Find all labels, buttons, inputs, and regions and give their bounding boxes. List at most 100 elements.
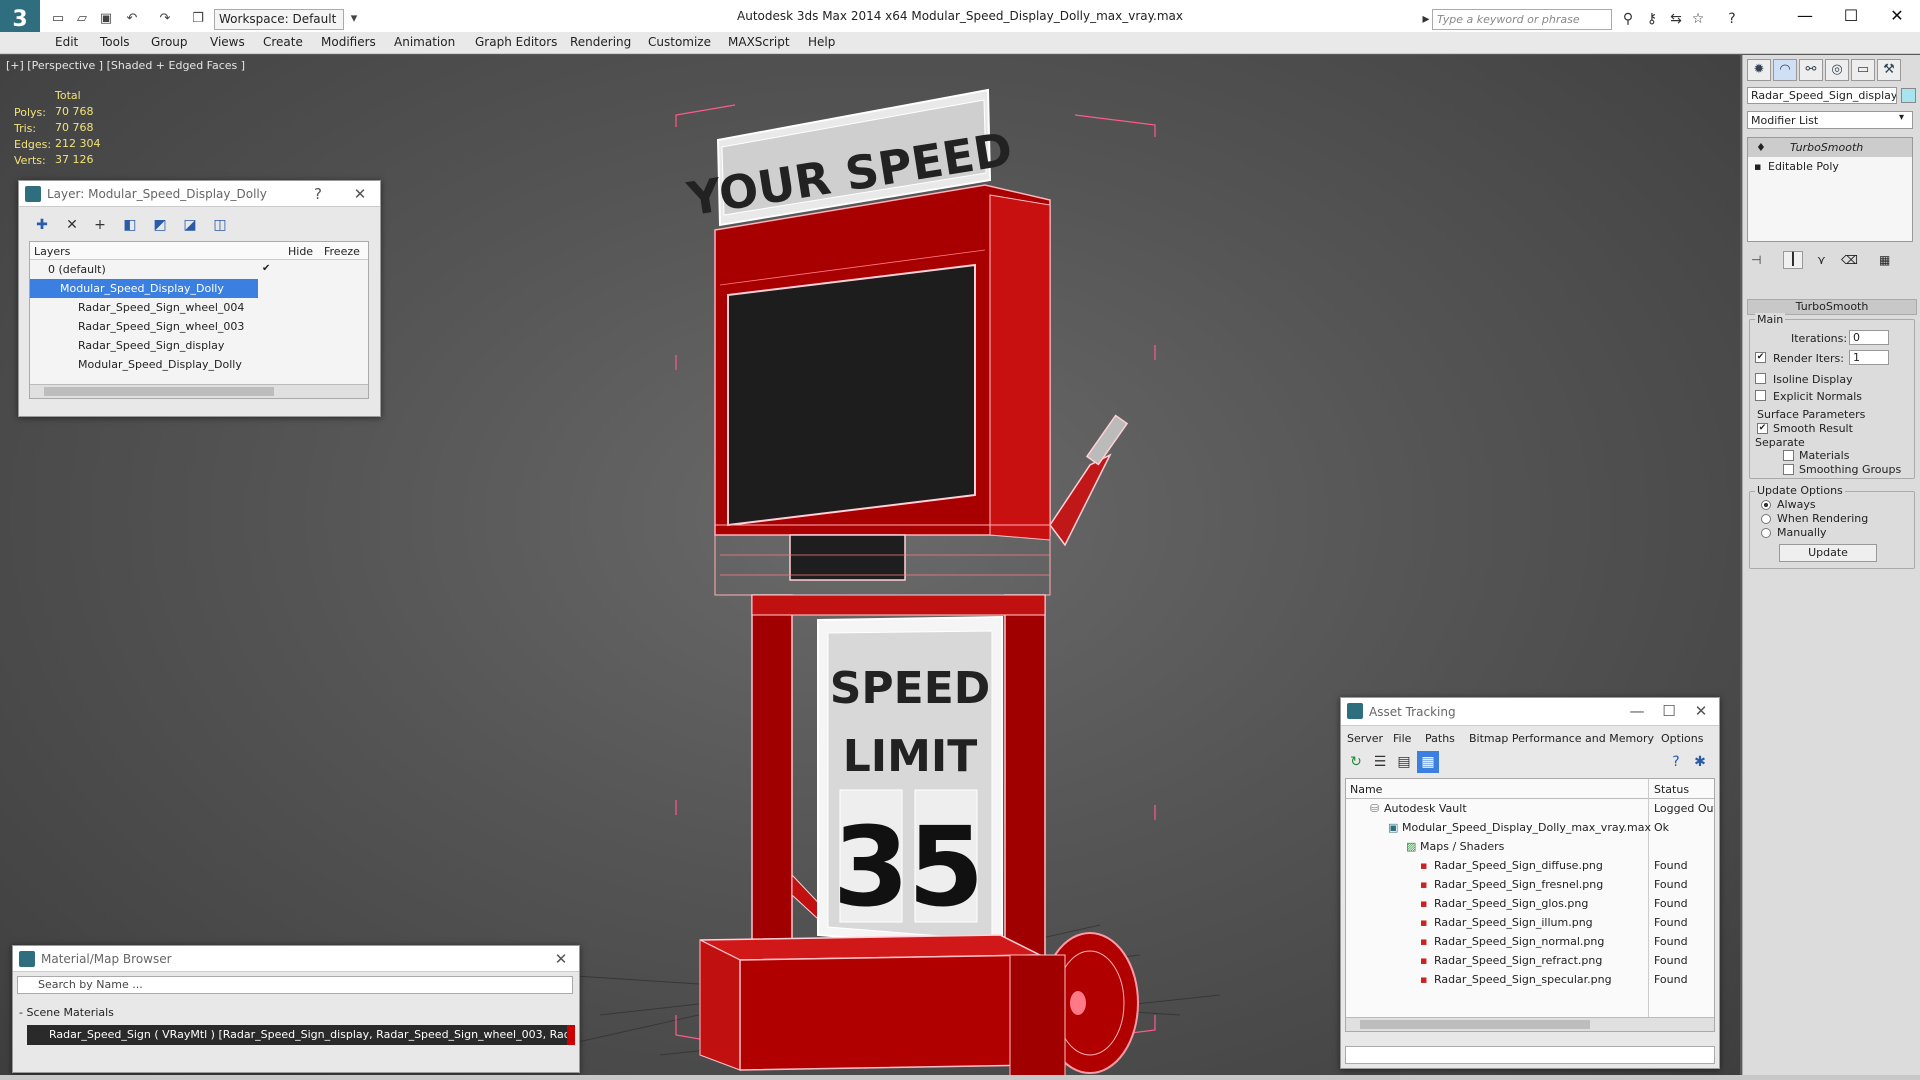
table-row[interactable]: ▨ Maps / Shaders [1346,837,1714,856]
asset-status-header[interactable]: Status [1654,783,1689,796]
configure-sets-icon[interactable]: ▦ [1879,253,1890,267]
table-row[interactable]: ▪ Radar_Speed_Sign_refract.png Found [1346,951,1714,970]
material-item[interactable]: Radar_Speed_Sign ( VRayMtl ) [Radar_Spee… [27,1025,575,1045]
horizontal-scrollbar[interactable] [1346,1017,1714,1031]
help-icon[interactable]: ? [1665,751,1687,773]
detail-view-icon[interactable]: ▤ [1393,751,1415,773]
asset-tracking-titlebar[interactable]: Asset Tracking — ☐ ✕ [1341,698,1719,726]
menu-maxscript[interactable]: MAXScript [728,35,790,49]
create-tab-icon[interactable]: ✹ [1747,59,1771,81]
make-unique-icon[interactable]: ⋎ [1817,253,1826,267]
save-file-icon[interactable]: ▣ [96,9,116,29]
asset-menu-paths[interactable]: Paths [1425,732,1455,745]
list-view-icon[interactable]: ☰ [1369,751,1391,773]
materials-checkbox[interactable] [1783,450,1794,461]
remove-modifier-icon[interactable]: ⌫ [1841,253,1858,267]
menu-help[interactable]: Help [808,35,835,49]
open-file-icon[interactable]: ▱ [72,9,92,29]
redo-icon[interactable]: ↷ [155,9,175,29]
show-end-result-icon[interactable]: ┃ [1783,251,1803,269]
utilities-tab-icon[interactable]: ⚒ [1877,59,1901,81]
explicit-normals-checkbox[interactable] [1755,390,1766,401]
layer-row[interactable]: Radar_Speed_Sign_display [30,336,368,355]
menu-create[interactable]: Create [263,35,303,49]
menu-modifiers[interactable]: Modifiers [321,35,376,49]
table-row[interactable]: ▪ Radar_Speed_Sign_diffuse.png Found [1346,856,1714,875]
asset-path-field[interactable] [1345,1046,1715,1064]
motion-tab-icon[interactable]: ◎ [1825,59,1849,81]
when-rendering-radio[interactable] [1761,514,1771,524]
refresh-icon[interactable]: ↻ [1345,751,1367,773]
asset-menu-options[interactable]: Options [1661,732,1703,745]
freeze-all-icon[interactable]: ◫ [209,214,231,236]
display-tab-icon[interactable]: ▭ [1851,59,1875,81]
expand-icon[interactable]: ▪ [1754,157,1761,176]
layer-row[interactable]: 0 (default) [30,260,368,279]
asset-name-header[interactable]: Name [1350,783,1382,796]
minimize-icon[interactable]: — [1782,0,1828,32]
asset-menu-bitmap-performance[interactable]: Bitmap Performance and Memory [1469,732,1654,745]
menu-views[interactable]: Views [210,35,245,49]
iterations-spinner[interactable]: 0 [1849,330,1889,345]
close-icon[interactable]: ✕ [549,946,573,972]
table-row[interactable]: ▪ Radar_Speed_Sign_fresnel.png Found [1346,875,1714,894]
help-icon[interactable]: ? [1722,9,1742,29]
binoculars-icon[interactable]: ⚲ [1618,9,1638,29]
menu-customize[interactable]: Customize [648,35,711,49]
pin-stack-icon[interactable]: ⊣ [1751,253,1761,267]
object-name-input[interactable]: Radar_Speed_Sign_display [1747,87,1897,104]
menu-group[interactable]: Group [151,35,188,49]
favorites-star-icon[interactable]: ☆ [1688,9,1708,29]
new-file-icon[interactable]: ▭ [48,9,68,29]
menu-graph-editors[interactable]: Graph Editors [475,35,557,49]
close-icon[interactable]: ✕ [1689,698,1713,724]
menu-animation[interactable]: Animation [394,35,455,49]
hide-all-icon[interactable]: ◪ [179,214,201,236]
object-color-swatch[interactable] [1901,88,1916,103]
lightbulb-icon[interactable]: ♦ [1756,138,1766,157]
layer-row[interactable]: Modular_Speed_Display_Dolly [30,355,368,374]
layer-row[interactable]: Radar_Speed_Sign_wheel_003 [30,317,368,336]
modifier-list-dropdown[interactable]: Modifier List [1747,111,1913,129]
delete-layer-icon[interactable]: ✕ [61,214,83,236]
maximize-icon[interactable]: ☐ [1657,698,1681,724]
layer-row-selected[interactable]: Modular_Speed_Display_Dolly [30,279,258,298]
layers-header[interactable]: Layers [34,245,70,258]
material-search-input[interactable]: Search by Name ... [17,976,573,994]
asset-menu-file[interactable]: File [1393,732,1411,745]
update-button[interactable]: Update [1779,544,1877,562]
table-view-icon[interactable]: ▦ [1417,751,1439,773]
stack-item-turbosmooth[interactable]: ♦ TurboSmooth [1748,138,1912,157]
menu-edit[interactable]: Edit [55,35,78,49]
isoline-checkbox[interactable] [1755,373,1766,384]
render-iters-checkbox[interactable]: ✔ [1755,352,1766,363]
new-layer-icon[interactable]: ✚ [31,214,53,236]
table-row[interactable]: ⛁ Autodesk Vault Logged Out [1346,799,1714,818]
undo-icon[interactable]: ↶ [122,9,142,29]
table-row[interactable]: ▪ Radar_Speed_Sign_glos.png Found [1346,894,1714,913]
hide-header[interactable]: Hide [288,245,313,258]
layer-window-titlebar[interactable]: Layer: Modular_Speed_Display_Dolly ? ✕ [19,181,380,207]
freeze-header[interactable]: Freeze [324,245,360,258]
key-icon[interactable]: ⚷ [1642,9,1662,29]
horizontal-scrollbar[interactable] [30,384,368,398]
asset-menu-server[interactable]: Server [1347,732,1383,745]
help-icon[interactable]: ? [306,181,330,207]
render-iters-spinner[interactable]: 1 [1849,350,1889,365]
table-row[interactable]: ▪ Radar_Speed_Sign_illum.png Found [1346,913,1714,932]
highlight-icon[interactable]: ✱ [1689,751,1711,773]
search-input[interactable]: Type a keyword or phrase [1432,9,1612,30]
smooth-result-checkbox[interactable]: ✔ [1757,423,1768,434]
hierarchy-tab-icon[interactable]: ⚯ [1799,59,1823,81]
chevron-down-icon[interactable]: ▾ [1899,112,1904,123]
stack-item-editable-poly[interactable]: ▪ Editable Poly [1748,157,1912,176]
maximize-icon[interactable]: ☐ [1828,0,1874,32]
exchange-icon[interactable]: ⇆ [1666,9,1686,29]
select-objects-icon[interactable]: ◧ [119,214,141,236]
chevron-down-icon[interactable]: ▾ [344,9,364,29]
smoothing-groups-checkbox[interactable] [1783,464,1794,475]
add-selection-icon[interactable]: + [89,214,111,236]
material-browser-titlebar[interactable]: Material/Map Browser ✕ [13,946,579,972]
modify-tab-icon[interactable]: ◠ [1773,59,1797,81]
project-folder-icon[interactable]: ❐ [188,9,208,29]
